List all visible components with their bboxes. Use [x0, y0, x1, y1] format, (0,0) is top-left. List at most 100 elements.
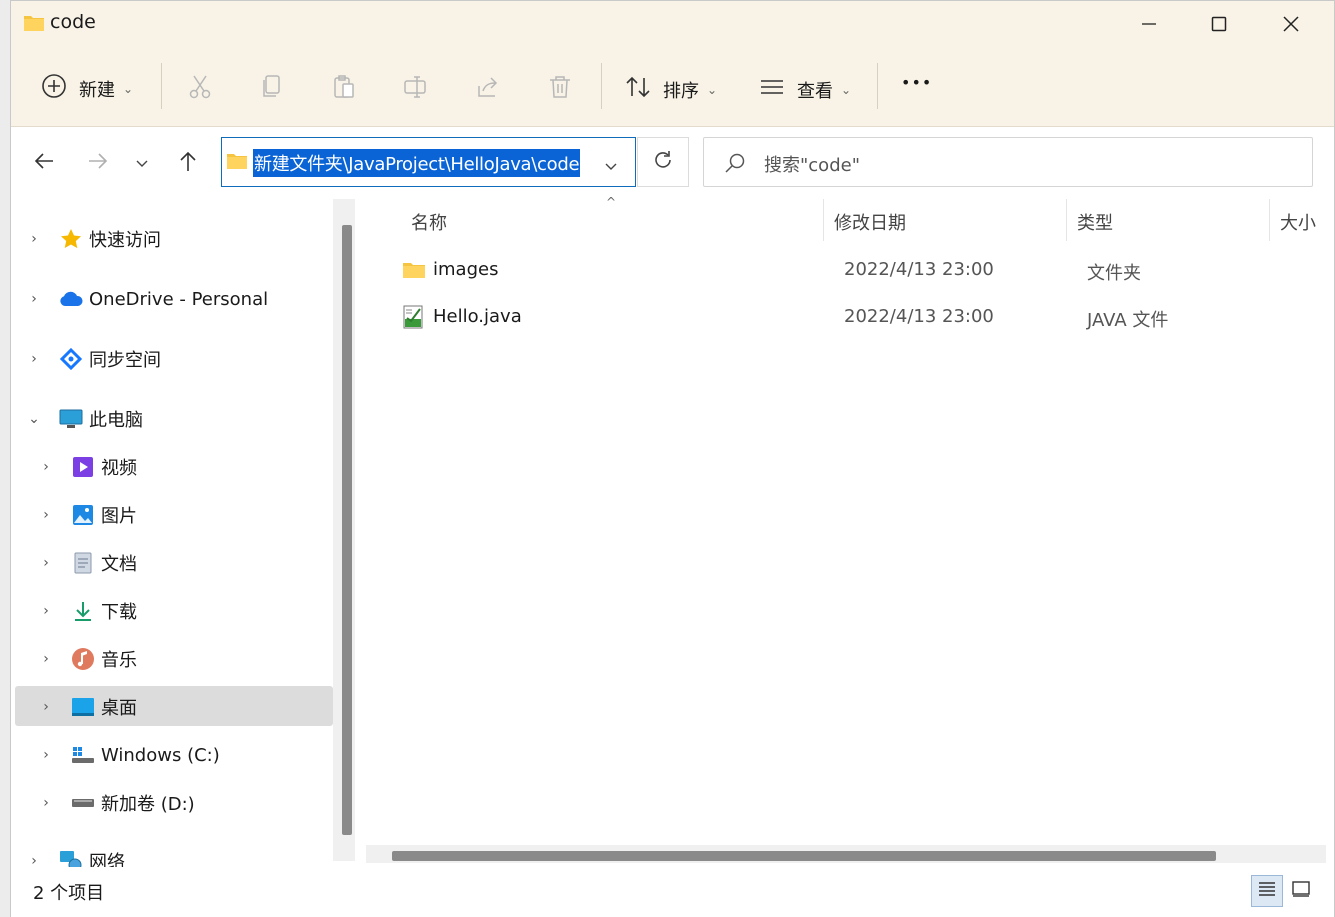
sidebar-item-downloads[interactable]: › 下载	[39, 591, 137, 631]
command-bar: 新建 ⌄ 排序 ⌄ 查看 ⌄ •••	[11, 47, 1334, 127]
trash-icon	[547, 74, 573, 105]
drive-icon	[71, 791, 95, 815]
column-header-modified[interactable]: 修改日期	[834, 209, 906, 235]
file-modified: 2022/4/13 23:00	[844, 306, 994, 327]
details-view-icon	[1257, 880, 1277, 903]
delete-button[interactable]	[547, 74, 573, 105]
copy-icon	[259, 74, 285, 105]
share-button[interactable]	[475, 74, 501, 105]
search-box[interactable]: 搜索"code"	[703, 137, 1313, 187]
file-list-pane: ^ 名称 修改日期 类型 大小 images 2022/4/13 23:00 文…	[366, 195, 1326, 863]
file-name: Hello.java	[433, 306, 522, 327]
horizontal-scrollbar-thumb[interactable]	[392, 851, 1216, 861]
chevron-right-icon[interactable]: ›	[39, 507, 53, 523]
sidebar-scrollbar-thumb[interactable]	[342, 225, 352, 835]
sidebar-item-volume-d[interactable]: › 新加卷 (D:)	[39, 783, 195, 823]
clipboard-icon	[331, 74, 357, 105]
status-bar: 2 个项目	[11, 867, 1334, 917]
file-explorer-window: code 新建 ⌄ 排序 ⌄ 查看 ⌄ ••• 新建文件夹\JavaProjec…	[10, 0, 1335, 917]
chevron-right-icon[interactable]: ›	[39, 555, 53, 571]
chevron-right-icon[interactable]: ›	[39, 651, 53, 667]
chevron-right-icon[interactable]: ›	[39, 603, 53, 619]
arrow-left-icon	[33, 150, 55, 177]
java-file-icon	[402, 304, 426, 335]
chevron-right-icon[interactable]: ›	[27, 351, 41, 367]
folder-icon	[226, 151, 248, 176]
computer-icon	[59, 407, 83, 431]
toolbar-divider	[161, 63, 162, 109]
list-view-icon	[759, 74, 785, 105]
plus-circle-icon	[41, 73, 67, 104]
chevron-right-icon[interactable]: ›	[39, 795, 53, 811]
sync-space-icon	[59, 347, 83, 371]
horizontal-scrollbar[interactable]	[366, 845, 1326, 863]
chevron-down-icon[interactable]: ⌄	[27, 411, 41, 427]
folder-icon	[402, 260, 426, 285]
maximize-button[interactable]	[1183, 1, 1255, 47]
search-placeholder: 搜索"code"	[764, 155, 860, 176]
video-icon	[71, 455, 95, 479]
rename-button[interactable]	[403, 74, 429, 105]
sort-arrows-icon	[625, 74, 651, 105]
address-bar[interactable]: 新建文件夹\JavaProject\HelloJava\code	[221, 137, 636, 187]
column-divider[interactable]	[823, 199, 824, 241]
cut-button[interactable]	[187, 74, 213, 105]
column-divider[interactable]	[1269, 199, 1270, 241]
column-header-type[interactable]: 类型	[1077, 209, 1113, 235]
folder-icon	[23, 13, 45, 38]
view-button[interactable]: 查看 ⌄	[759, 74, 851, 105]
address-path[interactable]: 新建文件夹\JavaProject\HelloJava\code	[253, 149, 581, 177]
tiles-view-icon	[1291, 880, 1311, 903]
chevron-right-icon[interactable]: ›	[27, 291, 41, 307]
sidebar-item-desktop[interactable]: › 桌面	[39, 687, 137, 727]
new-button[interactable]: 新建 ⌄	[41, 73, 133, 104]
sort-button[interactable]: 排序 ⌄	[625, 74, 717, 105]
paste-button[interactable]	[331, 74, 357, 105]
more-label: •••	[901, 73, 933, 92]
desktop-icon	[71, 695, 95, 719]
chevron-down-icon: ⌄	[123, 81, 134, 96]
more-options-button[interactable]: •••	[901, 73, 932, 92]
sidebar-item-windows-c[interactable]: › Windows (C:)	[39, 735, 220, 775]
minimize-button[interactable]	[1113, 1, 1185, 47]
sidebar-item-quick-access[interactable]: › 快速访问	[27, 219, 161, 259]
copy-button[interactable]	[259, 74, 285, 105]
pictures-icon	[71, 503, 95, 527]
toolbar-divider	[877, 63, 878, 109]
toolbar-divider	[601, 63, 602, 109]
up-button[interactable]	[171, 146, 205, 180]
chevron-right-icon[interactable]: ›	[39, 747, 53, 763]
large-icons-view-button[interactable]	[1285, 875, 1317, 907]
music-icon	[71, 647, 95, 671]
forward-button[interactable]	[81, 146, 115, 180]
recent-locations-button[interactable]	[125, 146, 159, 180]
close-button[interactable]	[1255, 1, 1327, 47]
sidebar-item-music[interactable]: › 音乐	[39, 639, 137, 679]
chevron-right-icon[interactable]: ›	[27, 231, 41, 247]
new-label: 新建	[79, 79, 115, 101]
refresh-button[interactable]	[637, 137, 689, 187]
table-row[interactable]: Hello.java 2022/4/13 23:00 JAVA 文件	[386, 298, 1316, 338]
item-count: 2 个项目	[33, 883, 105, 904]
sidebar-item-pictures[interactable]: › 图片	[39, 495, 137, 535]
back-button[interactable]	[27, 146, 61, 180]
sidebar-item-videos[interactable]: › 视频	[39, 447, 137, 487]
column-divider[interactable]	[1066, 199, 1067, 241]
sidebar-item-onedrive[interactable]: › OneDrive - Personal	[27, 279, 268, 319]
documents-icon	[71, 551, 95, 575]
chevron-right-icon[interactable]: ›	[39, 699, 53, 715]
chevron-right-icon[interactable]: ›	[39, 459, 53, 475]
column-header-name[interactable]: 名称	[411, 209, 447, 235]
sidebar-item-sync-space[interactable]: › 同步空间	[27, 339, 161, 379]
chevron-down-icon: ⌄	[707, 82, 718, 97]
chevron-down-icon: ⌄	[841, 82, 852, 97]
sidebar-item-this-pc[interactable]: ⌄ 此电脑	[27, 399, 143, 439]
table-row[interactable]: images 2022/4/13 23:00 文件夹	[386, 251, 1316, 291]
column-header-size[interactable]: 大小	[1280, 209, 1316, 235]
sidebar-item-documents[interactable]: › 文档	[39, 543, 137, 583]
windows-drive-icon	[71, 743, 95, 767]
details-view-button[interactable]	[1251, 875, 1283, 907]
download-icon	[71, 599, 95, 623]
view-label: 查看	[797, 80, 833, 102]
address-dropdown-icon[interactable]	[604, 156, 618, 177]
